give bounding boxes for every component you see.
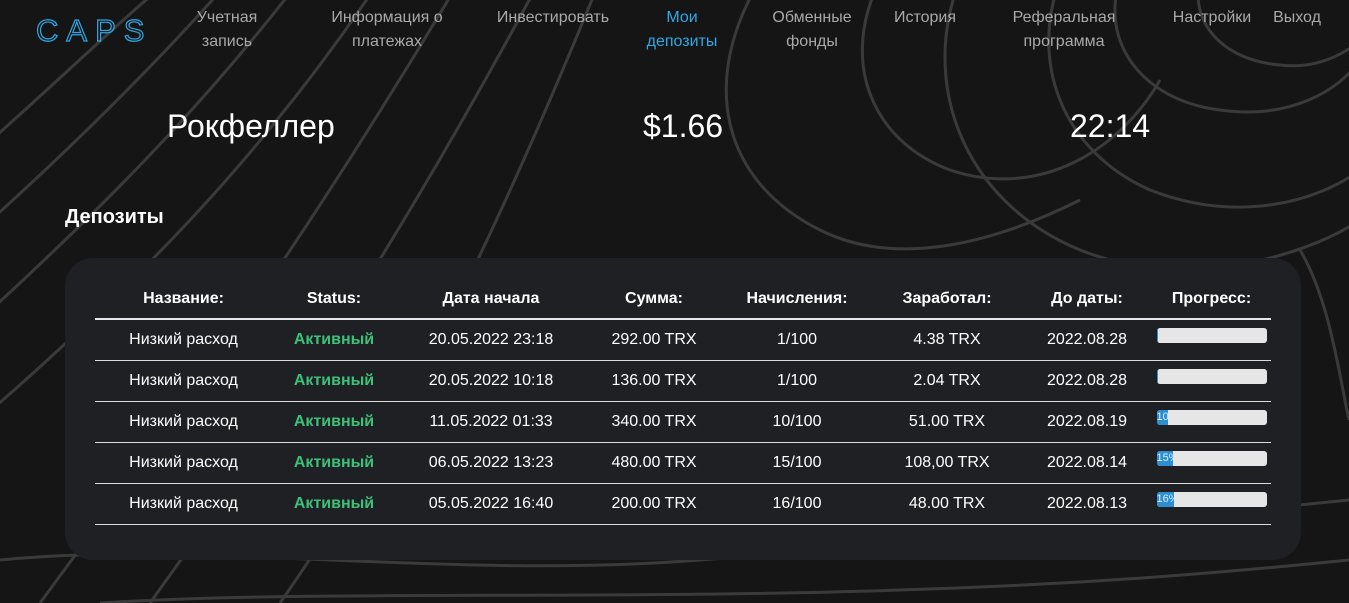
nav-item-history[interactable]: История [880,6,970,30]
progress-fill: 15% [1156,450,1173,466]
accruals: 1/100 [722,319,872,361]
until-date: 2022.08.19 [1022,401,1152,443]
progress-cell: 16% [1152,483,1271,525]
deposit-name: Низкий расход [95,442,272,484]
deposit-name: Низкий расход [95,319,272,361]
deposits-card: Название: Status: Дата начала Сумма: Нач… [65,258,1301,560]
progress-fill: 10 [1156,409,1168,425]
progress-bar: 16% [1156,491,1267,507]
progress-fill [1156,327,1158,343]
header-amount: Сумма: [586,280,722,320]
until-date: 2022.08.13 [1022,483,1152,525]
header-progress: Прогресс: [1152,280,1271,320]
header-name: Название: [95,280,272,320]
header-until-date: До даты: [1022,280,1152,320]
deposits-table: Название: Status: Дата начала Сумма: Нач… [95,280,1271,525]
accruals: 1/100 [722,360,872,402]
table-row: Низкий расход Активный 11.05.2022 01:33 … [95,401,1271,443]
progress-cell: 10 [1152,401,1271,443]
amount: 136.00 TRX [586,360,722,402]
deposits-heading: Депозиты [65,206,164,228]
user-name: Рокфеллер [167,108,335,144]
amount: 292.00 TRX [586,319,722,361]
nav-item-payment-info[interactable]: Информация о платежах [322,6,452,54]
accruals: 10/100 [722,401,872,443]
earned: 48.00 TRX [872,483,1022,525]
nav-item-my-deposits[interactable]: Мои депозиты [632,6,732,54]
table-row: Низкий расход Активный 20.05.2022 10:18 … [95,360,1271,402]
current-time: 22:14 [1070,108,1151,144]
until-date: 2022.08.28 [1022,319,1152,361]
status-badge: Активный [272,442,396,484]
amount: 200.00 TRX [586,483,722,525]
header-accruals: Начисления: [722,280,872,320]
progress-bar [1156,327,1267,343]
until-date: 2022.08.14 [1022,442,1152,484]
earned: 2.04 TRX [872,360,1022,402]
logo-text: CAPS [36,13,152,48]
start-date: 20.05.2022 23:18 [396,319,586,361]
status-badge: Активный [272,319,396,361]
start-date: 20.05.2022 10:18 [396,360,586,402]
nav-item-exchange-funds[interactable]: Обменные фонды [762,6,862,54]
start-date: 06.05.2022 13:23 [396,442,586,484]
header-start-date: Дата начала [396,280,586,320]
table-header-row: Название: Status: Дата начала Сумма: Нач… [95,280,1271,320]
earned: 108,00 TRX [872,442,1022,484]
header-earned: Заработал: [872,280,1022,320]
table-row: Низкий расход Активный 06.05.2022 13:23 … [95,442,1271,484]
nav-item-settings[interactable]: Настройки [1164,6,1260,30]
until-date: 2022.08.28 [1022,360,1152,402]
accruals: 16/100 [722,483,872,525]
status-badge: Активный [272,401,396,443]
progress-bar: 10 [1156,409,1267,425]
status-badge: Активный [272,483,396,525]
earned: 4.38 TRX [872,319,1022,361]
start-date: 11.05.2022 01:33 [396,401,586,443]
progress-bar: 15% [1156,450,1267,466]
deposit-name: Низкий расход [95,401,272,443]
progress-cell [1152,360,1271,402]
amount: 480.00 TRX [586,442,722,484]
start-date: 05.05.2022 16:40 [396,483,586,525]
earned: 51.00 TRX [872,401,1022,443]
nav-item-invest[interactable]: Инвестировать [488,6,618,30]
table-row: Низкий расход Активный 20.05.2022 23:18 … [95,319,1271,361]
progress-fill: 16% [1156,491,1175,507]
deposit-name: Низкий расход [95,360,272,402]
accruals: 15/100 [722,442,872,484]
nav-item-logout[interactable]: Выход [1268,6,1326,30]
balance-value: $1.66 [643,108,724,144]
deposit-name: Низкий расход [95,483,272,525]
progress-bar [1156,368,1267,384]
caps-logo[interactable]: CAPS [34,12,152,53]
nav-item-account[interactable]: Учетная запись [180,6,274,54]
nav-item-referral[interactable]: Реферальная программа [1006,6,1122,54]
header-status: Status: [272,280,396,320]
amount: 340.00 TRX [586,401,722,443]
progress-cell: 15% [1152,442,1271,484]
status-badge: Активный [272,360,396,402]
table-row: Низкий расход Активный 05.05.2022 16:40 … [95,483,1271,525]
progress-fill [1156,368,1158,384]
progress-cell [1152,319,1271,361]
